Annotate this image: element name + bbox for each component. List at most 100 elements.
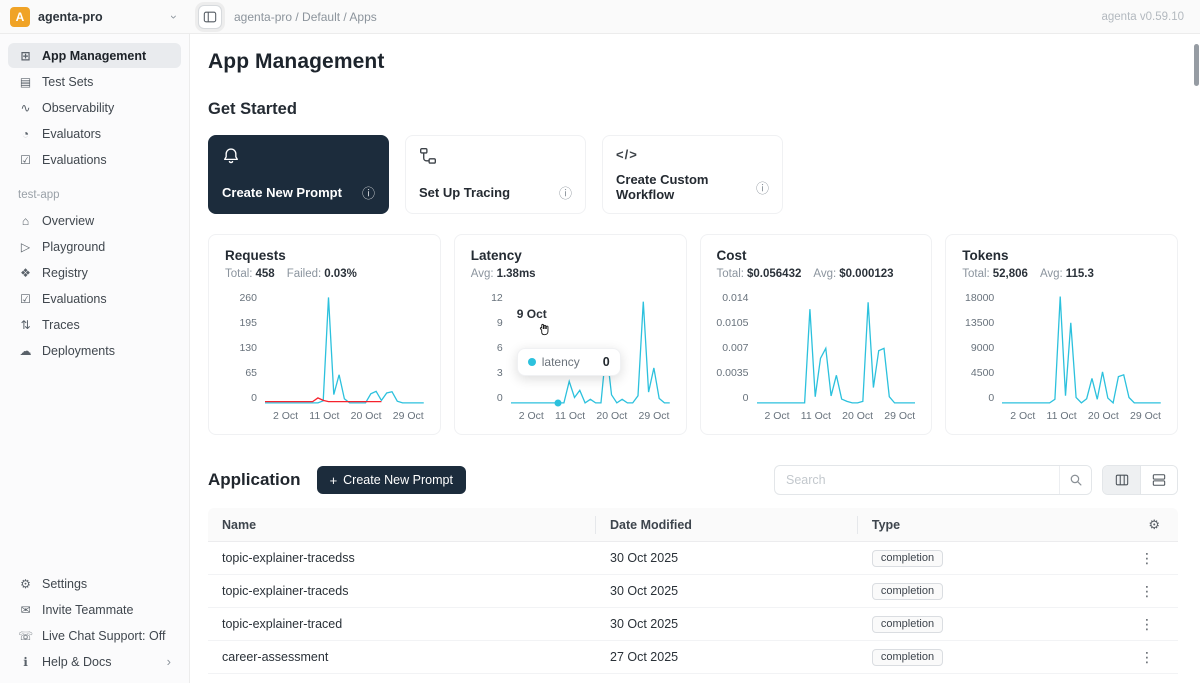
search-input[interactable] — [775, 466, 1059, 494]
date-modified: 30 Oct 2025 — [596, 551, 858, 565]
breadcrumb[interactable]: agenta-pro / Default / Apps — [234, 10, 377, 24]
x-tick: 2 Oct — [519, 410, 544, 422]
y-tick: 6 — [497, 342, 503, 354]
sidebar-item-test-sets[interactable]: ▤ Test Sets — [8, 69, 181, 94]
x-tick: 29 Oct — [393, 410, 424, 422]
table-settings-gear-icon[interactable]: ⚙ — [1110, 516, 1178, 534]
main-content: App Management Get Started Create New Pr… — [190, 34, 1200, 683]
y-tick: 9 — [497, 317, 503, 329]
sidebar-item-evaluations[interactable]: ☑ Evaluations — [8, 147, 181, 172]
traces-icon: ⇅ — [18, 318, 33, 332]
y-tick: 0 — [251, 392, 257, 404]
x-tick: 29 Oct — [884, 410, 915, 422]
sidebar-item-label: Traces — [42, 318, 80, 332]
sidebar-item-settings[interactable]: ⚙ Settings — [8, 571, 181, 596]
create-new-prompt-card[interactable]: Create New Prompt ⓘ — [208, 135, 389, 214]
playground-icon: ▷ — [18, 240, 33, 254]
deployments-icon: ☁ — [18, 344, 33, 358]
y-tick: 13500 — [965, 317, 994, 329]
sidebar-item-traces[interactable]: ⇅ Traces — [8, 312, 181, 337]
x-tick: 20 Oct — [842, 410, 873, 422]
column-type[interactable]: Type — [858, 516, 1110, 534]
info-icon[interactable]: ⓘ — [756, 178, 769, 197]
chart-title: Requests — [225, 248, 424, 263]
data-point-marker — [555, 399, 562, 406]
table-view-icon — [1115, 473, 1129, 487]
card-label: Create Custom Workflow — [616, 172, 756, 202]
table-row-career-assessment[interactable]: career-assessment 27 Oct 2025 completion… — [208, 641, 1178, 674]
evaluations-icon: ☑ — [18, 153, 33, 167]
create-custom-workflow-card[interactable]: </> Create Custom Workflow ⓘ — [602, 135, 783, 214]
code-icon: </> — [616, 147, 769, 162]
sidebar-item-deployments[interactable]: ☁ Deployments — [8, 338, 181, 363]
date-modified: 30 Oct 2025 — [596, 617, 858, 631]
sidebar-item-playground[interactable]: ▷ Playground — [8, 234, 181, 259]
more-menu-button[interactable]: ⋮ — [1136, 649, 1158, 666]
create-new-prompt-button[interactable]: + Create New Prompt — [317, 466, 466, 494]
x-tick: 11 Oct — [801, 410, 831, 422]
app-name[interactable]: topic-explainer-tracedss — [208, 551, 596, 565]
workspace-selector[interactable]: A agenta-pro › — [0, 0, 190, 33]
sidebar-item-label: Playground — [42, 240, 105, 254]
y-tick: 260 — [239, 292, 257, 304]
sidebar-item-label: Overview — [42, 214, 94, 228]
sidebar-main-group: ⊞ App Management ▤ Test Sets ∿ Observabi… — [0, 42, 189, 173]
registry-icon: ❖ — [18, 266, 33, 280]
x-tick: 11 Oct — [309, 410, 339, 422]
date-modified: 30 Oct 2025 — [596, 584, 858, 598]
table-row-topic-explainer-tracedss[interactable]: topic-explainer-tracedss 30 Oct 2025 com… — [208, 542, 1178, 575]
app-name[interactable]: topic-explainer-traced — [208, 617, 596, 631]
y-tick: 12 — [491, 292, 503, 304]
sidebar-item-label: Evaluations — [42, 153, 107, 167]
y-tick: 0 — [497, 392, 503, 404]
y-tick: 18000 — [965, 292, 994, 304]
sidebar-item-live-chat-support-off[interactable]: ☏ Live Chat Support: Off — [8, 623, 181, 648]
sidebar-item-registry[interactable]: ❖ Registry — [8, 260, 181, 285]
sidebar-item-observability[interactable]: ∿ Observability — [8, 95, 181, 120]
y-tick: 4500 — [971, 367, 994, 379]
more-menu-button[interactable]: ⋮ — [1136, 616, 1158, 633]
info-icon[interactable]: ⓘ — [362, 183, 375, 202]
x-axis: 2 Oct 11 Oct 20 Oct 29 Oct — [765, 410, 916, 422]
x-tick: 2 Oct — [1010, 410, 1035, 422]
tokens-card: Tokens Total:52,806 Avg:115.3 1800013500… — [945, 234, 1178, 435]
table-view-button[interactable] — [1103, 466, 1140, 494]
chart-title: Latency — [471, 248, 670, 263]
sidebar-item-label: Help & Docs — [42, 655, 111, 669]
more-menu-button[interactable]: ⋮ — [1136, 550, 1158, 567]
application-header: Application + Create New Prompt — [208, 465, 1178, 495]
sidebar-item-label: Evaluators — [42, 127, 101, 141]
column-date-modified[interactable]: Date Modified — [596, 516, 858, 534]
sidebar-group-label: test-app — [0, 173, 189, 207]
column-name[interactable]: Name — [208, 516, 596, 534]
prompt-bell-icon — [222, 147, 240, 165]
latency-card: Latency Avg:1.38ms 129630 2 Oct11 Oct20 … — [454, 234, 687, 435]
sidebar-item-overview[interactable]: ⌂ Overview — [8, 208, 181, 233]
chart-stats: Total:458 Failed:0.03% — [225, 268, 424, 280]
sidebar-item-invite-teammate[interactable]: ✉ Invite Teammate — [8, 597, 181, 622]
table-row-topic-explainer-traceds[interactable]: topic-explainer-traceds 30 Oct 2025 comp… — [208, 575, 1178, 608]
sidebar-toggle-button[interactable] — [198, 5, 222, 29]
sidebar-item-app-management[interactable]: ⊞ App Management — [8, 43, 181, 68]
workspace-name: agenta-pro — [38, 10, 103, 24]
sidebar-item-help-docs[interactable]: ℹ Help & Docs › — [8, 649, 181, 674]
y-tick: 9000 — [971, 342, 994, 354]
table-row-topic-explainer-traced[interactable]: topic-explainer-traced 30 Oct 2025 compl… — [208, 608, 1178, 641]
more-menu-button[interactable]: ⋮ — [1136, 583, 1158, 600]
card-view-button[interactable] — [1140, 466, 1177, 494]
info-icon[interactable]: ⓘ — [559, 183, 572, 202]
x-tick: 2 Oct — [765, 410, 790, 422]
tracing-icon — [419, 147, 437, 165]
type-badge: completion — [872, 550, 943, 567]
application-table: Name Date Modified Type ⚙ topic-explaine… — [208, 508, 1178, 674]
set-up-tracing-card[interactable]: Set Up Tracing ⓘ — [405, 135, 586, 214]
app-name[interactable]: career-assessment — [208, 650, 596, 664]
x-tick: 20 Oct — [1088, 410, 1119, 422]
scrollbar[interactable] — [1194, 44, 1199, 86]
sidebar-item-evaluations[interactable]: ☑ Evaluations — [8, 286, 181, 311]
sidebar: ⊞ App Management ▤ Test Sets ∿ Observabi… — [0, 34, 190, 683]
search-button[interactable] — [1059, 466, 1091, 494]
card-label: Set Up Tracing — [419, 185, 510, 200]
sidebar-item-evaluators[interactable]: ◔ Evaluators — [8, 121, 181, 146]
app-name[interactable]: topic-explainer-traceds — [208, 584, 596, 598]
